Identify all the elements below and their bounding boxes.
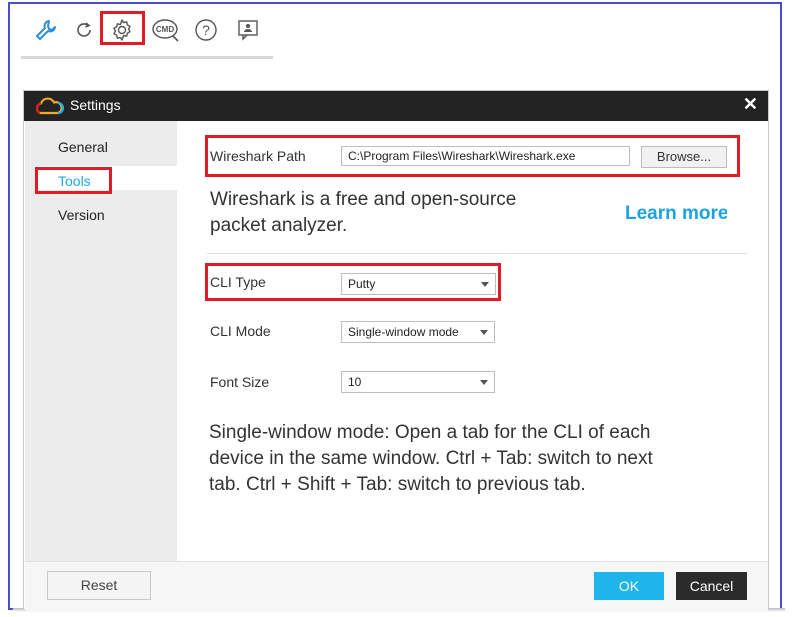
cancel-button[interactable]: Cancel [676,572,747,600]
cli-type-highlight-box [205,263,501,301]
help-glyph: ? [202,22,210,38]
wireshark-highlight-box [205,135,740,177]
cmd-icon[interactable]: CMD [151,17,181,43]
wrench-icon[interactable] [33,17,59,43]
cli-mode-select[interactable]: Single-window mode [341,321,495,343]
wireshark-description: Wireshark is a free and open-source pack… [210,187,516,239]
cli-mode-description: Single-window mode: Open a tab for the C… [209,420,653,498]
mode-desc-line2: device in the same window. Ctrl + Tab: s… [209,448,653,469]
top-toolbar: CMD ? [21,6,273,59]
font-size-label: Font Size [210,374,270,390]
wireshark-desc-line2: packet analyzer. [210,215,348,236]
wireshark-desc-line1: Wireshark is a free and open-source [210,189,517,210]
cli-mode-value: Single-window mode [348,325,459,339]
gear-highlight-box [100,11,145,45]
dialog-titlebar: Settings ✕ [24,91,768,121]
refresh-icon[interactable] [71,17,97,43]
help-icon[interactable]: ? [193,17,219,43]
sidebar-item-version[interactable]: Version [58,207,105,223]
tools-highlight-box [35,167,112,194]
feedback-icon[interactable] [235,17,261,43]
sidebar-item-general[interactable]: General [58,139,108,155]
section-divider [207,253,747,254]
mode-desc-line3: tab. Ctrl + Shift + Tab: switch to previ… [209,474,586,495]
cloud-logo-icon [34,97,65,120]
chevron-down-icon [480,380,488,385]
ok-button[interactable]: OK [594,572,664,600]
dialog-title: Settings [70,97,121,113]
mode-desc-line1: Single-window mode: Open a tab for the C… [209,422,651,443]
reset-button[interactable]: Reset [47,571,151,600]
learn-more-link[interactable]: Learn more [625,203,727,225]
cmd-label: CMD [156,25,174,34]
font-size-value: 10 [348,375,362,389]
close-icon[interactable]: ✕ [743,94,758,115]
font-size-select[interactable]: 10 [341,371,495,393]
settings-dialog: Settings ✕ General Tools Version Wiresha… [23,90,769,611]
chevron-down-icon [480,330,488,335]
cli-mode-label: CLI Mode [210,323,271,339]
